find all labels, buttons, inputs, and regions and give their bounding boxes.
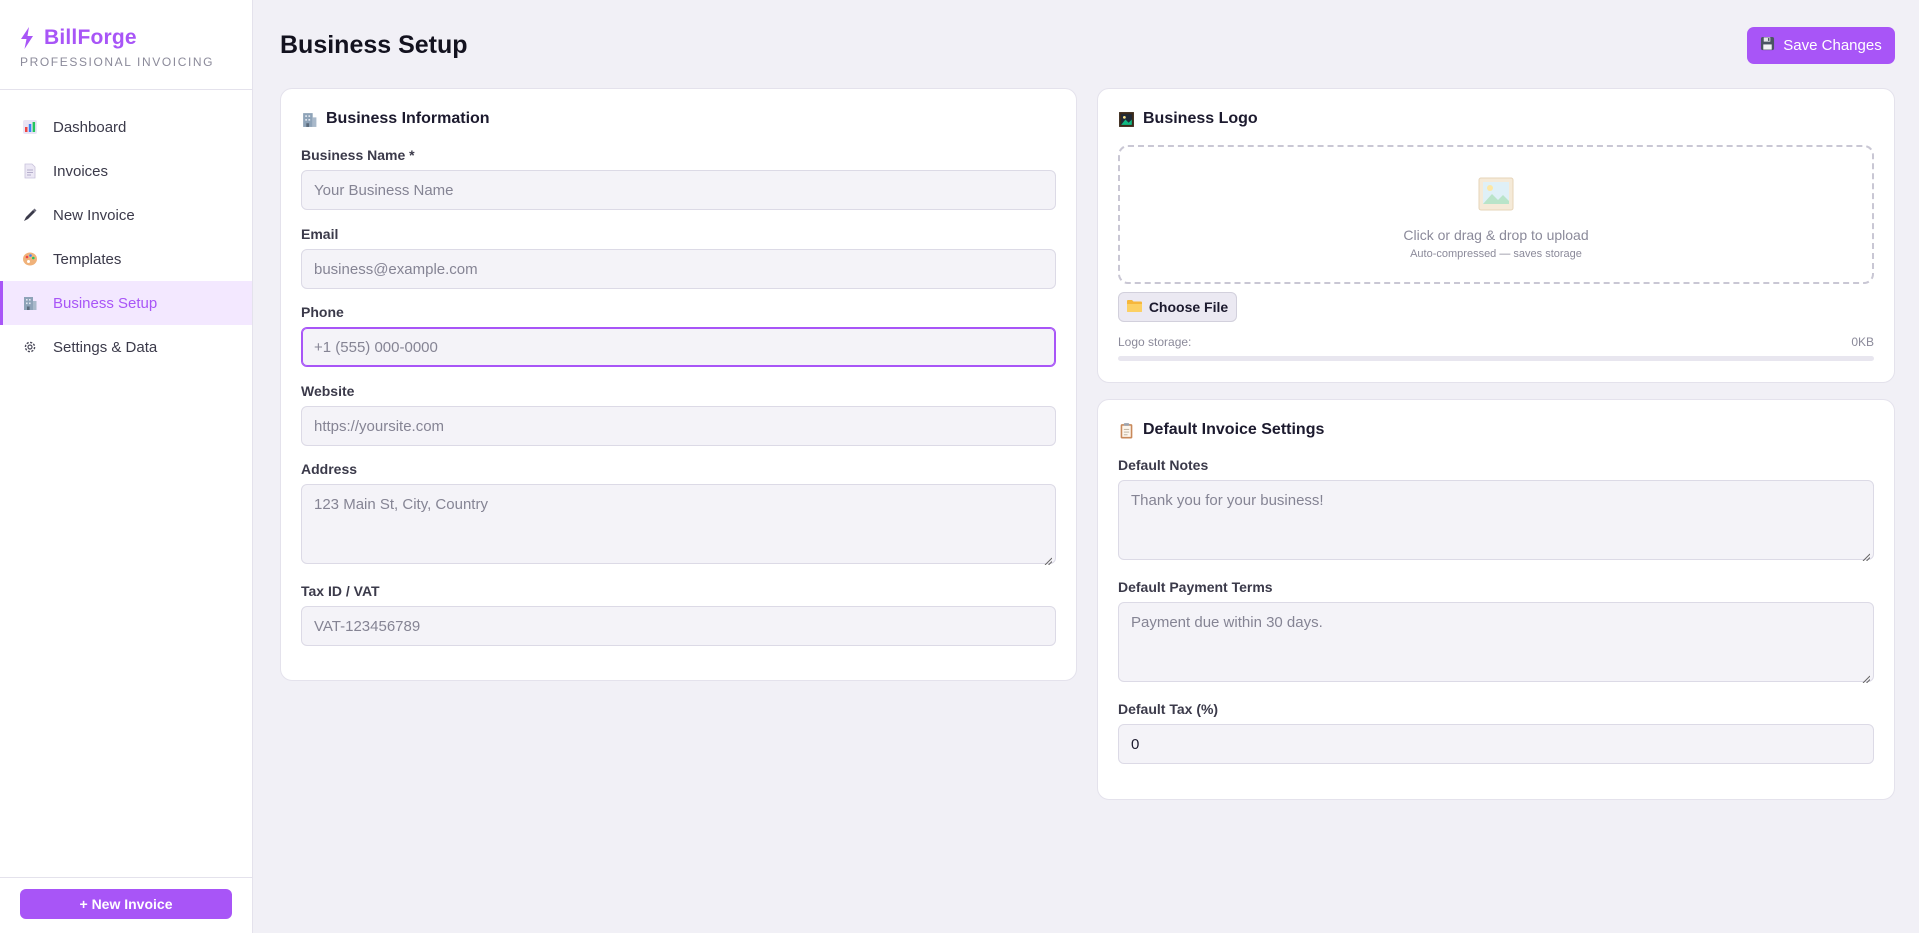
pen-icon: [22, 207, 38, 223]
tax-id-input[interactable]: [301, 606, 1056, 646]
default-notes-field: Default Notes: [1118, 457, 1874, 565]
address-field: Address: [301, 461, 1056, 569]
card-header: Business Logo: [1118, 110, 1258, 128]
website-input[interactable]: [301, 406, 1056, 446]
logo-storage-bar: [1118, 356, 1874, 361]
default-notes-textarea[interactable]: [1118, 480, 1874, 560]
default-invoice-settings-card: Default Invoice Settings Default Notes D…: [1097, 399, 1895, 800]
logo-dropzone[interactable]: Click or drag & drop to upload Auto-comp…: [1118, 145, 1874, 284]
sidebar-item-label: New Invoice: [53, 206, 135, 224]
sidebar-item-invoices[interactable]: Invoices: [0, 149, 252, 193]
folder-icon: [1126, 299, 1142, 315]
business-logo-card: Business Logo Click or drag & drop to up…: [1097, 88, 1895, 383]
bar-chart-icon: [22, 119, 38, 135]
address-textarea[interactable]: [301, 484, 1056, 564]
field-label: Default Tax (%): [1118, 701, 1219, 717]
gear-icon: [22, 339, 38, 355]
choose-file-label: Choose File: [1148, 299, 1229, 315]
field-label: Default Payment Terms: [1118, 579, 1273, 595]
field-label: Default Notes: [1118, 457, 1209, 473]
palette-icon: [22, 251, 38, 267]
field-label: Phone: [301, 304, 344, 320]
lightning-bolt-icon: [21, 27, 33, 49]
default-tax-input[interactable]: [1118, 724, 1874, 764]
business-information-card: Business Information Business Name * Ema…: [280, 88, 1077, 681]
new-invoice-button[interactable]: + New Invoice: [20, 889, 232, 919]
email-input[interactable]: [301, 249, 1056, 289]
card-title: Business Information: [326, 110, 490, 127]
card-header: Business Information: [301, 110, 490, 128]
email-field: Email: [301, 226, 1056, 289]
card-header: Default Invoice Settings: [1118, 421, 1324, 439]
website-field: Website: [301, 383, 1056, 446]
clipboard-icon: [1118, 422, 1135, 439]
card-title: Default Invoice Settings: [1143, 421, 1325, 438]
building-icon: [301, 111, 318, 128]
phone-field: Phone: [301, 304, 1056, 367]
field-label: Address: [301, 461, 358, 477]
sidebar-item-settings-data[interactable]: Settings & Data: [0, 325, 252, 369]
sidebar-item-label: Settings & Data: [53, 338, 158, 356]
sidebar-item-new-invoice[interactable]: New Invoice: [0, 193, 252, 237]
dropzone-text: Click or drag & drop to upload: [1403, 227, 1589, 243]
field-label: Tax ID / VAT: [301, 583, 380, 599]
brand: BillForge PROFESSIONAL INVOICING: [0, 0, 252, 90]
logo-storage-row: Logo storage: 0KB: [1118, 335, 1874, 349]
choose-file-button[interactable]: Choose File: [1118, 292, 1237, 322]
logo-storage-label: Logo storage:: [1118, 335, 1192, 349]
dropzone-subtext: Auto-compressed — saves storage: [1410, 248, 1582, 260]
business-name-input[interactable]: [301, 170, 1056, 210]
logo-storage-value: 0KB: [1851, 335, 1874, 349]
floppy-disk-icon: [1760, 36, 1775, 55]
page-title: Business Setup: [280, 31, 468, 59]
building-icon: [22, 295, 38, 311]
sidebar-footer: + New Invoice: [0, 877, 252, 933]
sidebar: BillForge PROFESSIONAL INVOICING Dashboa…: [0, 0, 253, 933]
phone-input[interactable]: [301, 327, 1056, 367]
sidebar-item-business-setup[interactable]: Business Setup: [0, 281, 252, 325]
field-label: Website: [301, 383, 355, 399]
sidebar-nav: Dashboard Invoices New Invoice Templates…: [0, 90, 252, 369]
save-changes-button[interactable]: Save Changes: [1747, 27, 1895, 64]
sidebar-item-templates[interactable]: Templates: [0, 237, 252, 281]
sidebar-item-label: Templates: [53, 250, 122, 268]
brand-name: BillForge: [44, 26, 137, 49]
sidebar-item-label: Invoices: [53, 162, 109, 180]
save-changes-label: Save Changes: [1783, 37, 1882, 54]
default-payment-terms-textarea[interactable]: [1118, 602, 1874, 682]
default-tax-field: Default Tax (%): [1118, 701, 1874, 764]
brand-tagline: PROFESSIONAL INVOICING: [20, 55, 215, 69]
document-icon: [22, 163, 38, 179]
tax-id-field: Tax ID / VAT: [301, 583, 1056, 646]
field-label: Business Name *: [301, 147, 415, 163]
sidebar-item-label: Business Setup: [53, 294, 158, 312]
default-payment-terms-field: Default Payment Terms: [1118, 579, 1874, 687]
sidebar-item-label: Dashboard: [53, 118, 127, 136]
sidebar-item-dashboard[interactable]: Dashboard: [0, 105, 252, 149]
picture-frame-icon: [1118, 111, 1135, 128]
card-title: Business Logo: [1143, 110, 1258, 127]
business-name-field: Business Name *: [301, 147, 1056, 210]
field-label: Email: [301, 226, 339, 242]
image-placeholder-icon: [1478, 177, 1514, 211]
